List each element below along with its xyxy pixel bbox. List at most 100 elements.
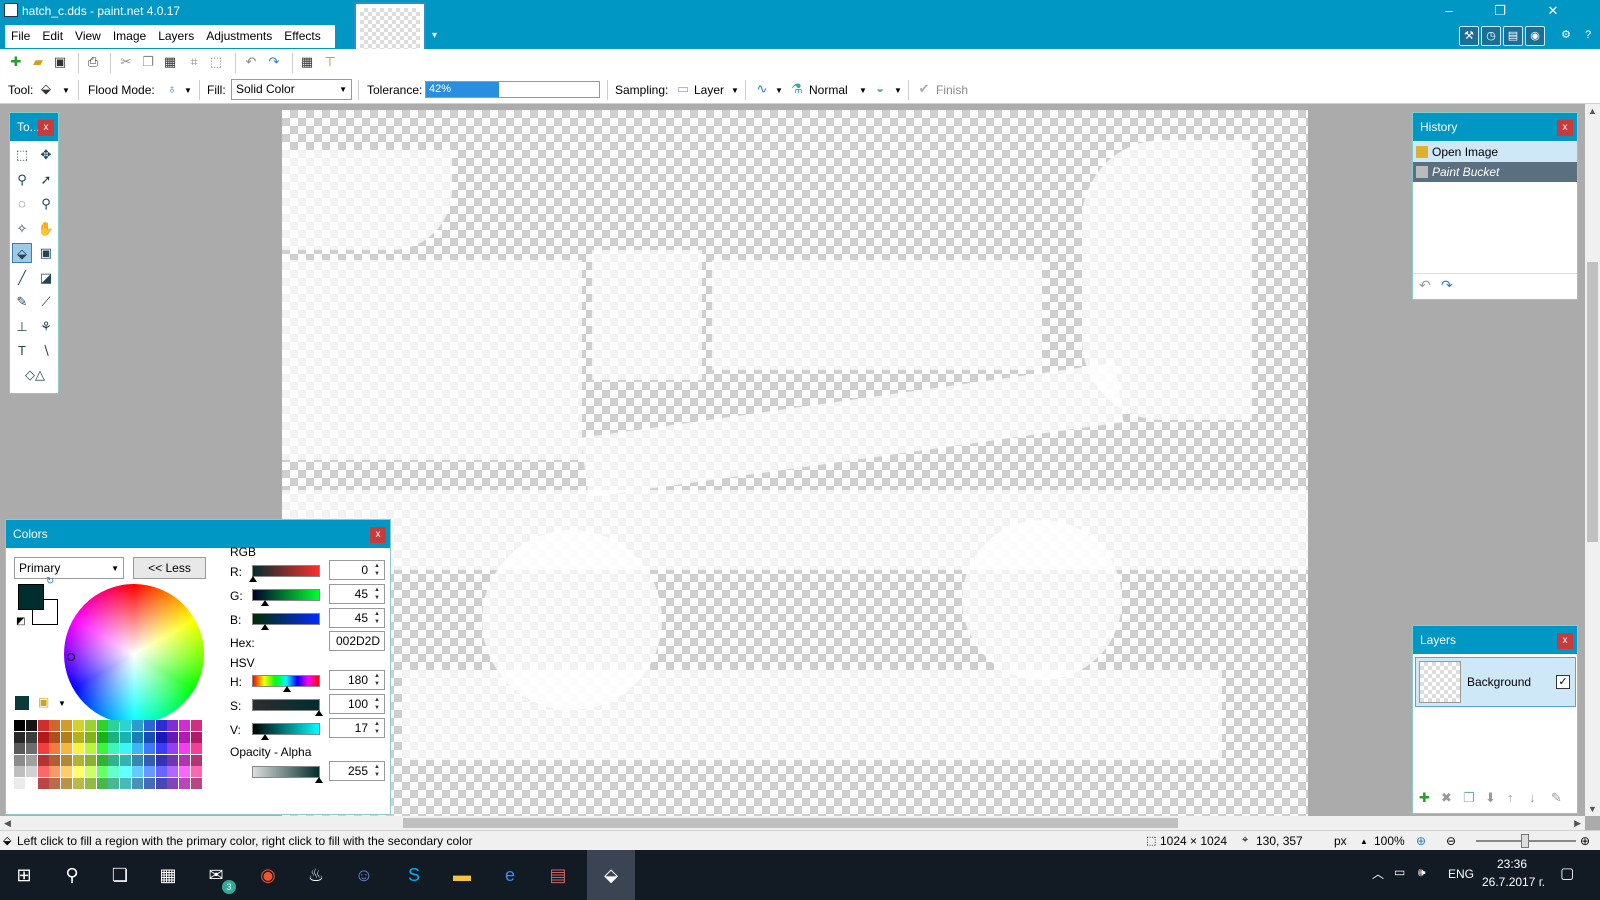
palette-swatch[interactable] — [143, 731, 155, 743]
history-item[interactable]: Open Image — [1413, 142, 1577, 162]
eraser-icon[interactable]: ◪ — [36, 268, 56, 288]
b-spinner-icon[interactable]: ▲ ▼ — [371, 610, 383, 626]
flood-mode-icon[interactable]: ♁ — [164, 81, 180, 97]
add-layer-icon[interactable]: ✚ — [1419, 790, 1430, 806]
palette-swatch[interactable] — [120, 731, 132, 743]
palette-swatch[interactable] — [61, 778, 73, 789]
palette-swatch[interactable] — [167, 778, 179, 789]
zoom-value[interactable]: 100% — [1374, 834, 1405, 848]
scroll-up-icon[interactable]: ▲ — [1588, 106, 1597, 116]
color-palette[interactable] — [14, 720, 204, 790]
palette-swatch[interactable] — [167, 731, 179, 743]
palette-swatch[interactable] — [179, 720, 191, 731]
blend-chevron-down-icon[interactable]: ▼ — [859, 86, 867, 95]
tray-chevron-up-icon[interactable]: ︿ — [1372, 865, 1384, 882]
move-selected-icon[interactable]: ✥ — [36, 145, 56, 165]
horizontal-scrollbar[interactable]: ◀ ▶ — [0, 816, 1585, 830]
r-input[interactable]: 0 ▲ ▼ — [329, 560, 385, 580]
palette-swatch[interactable] — [191, 766, 202, 778]
selection-mode-icon[interactable]: ◒ — [872, 81, 888, 97]
add-to-palette-icon[interactable] — [15, 696, 29, 710]
menu-layers[interactable]: Layers — [152, 25, 200, 48]
swap-colors-icon[interactable]: ↻ — [46, 576, 54, 587]
paint-bucket-icon[interactable]: ⬙ — [38, 81, 54, 97]
move-selection-icon[interactable]: ➚ — [36, 170, 56, 190]
clone-stamp-icon[interactable]: ⊥ — [12, 317, 32, 337]
units-selector[interactable]: px — [1334, 834, 1347, 848]
scroll-left-icon[interactable]: ◀ — [4, 818, 11, 829]
g-input[interactable]: 45 ▲ ▼ — [329, 584, 385, 604]
palette-swatch[interactable] — [167, 766, 179, 778]
palette-swatch[interactable] — [167, 720, 179, 731]
sampling-layer-icon[interactable]: ▭ — [675, 81, 691, 97]
colors-window-icon[interactable]: ◉ — [1525, 26, 1545, 46]
network-icon[interactable]: ▭ — [1394, 865, 1405, 879]
windows-start-icon[interactable]: ⊞ — [8, 859, 40, 891]
g-spinner-icon[interactable]: ▲ ▼ — [371, 586, 383, 602]
gradient-icon[interactable]: ▣ — [36, 243, 56, 263]
color-wheel-marker[interactable] — [67, 653, 75, 661]
vertical-scrollbar[interactable]: ▲ ▼ — [1585, 104, 1600, 816]
palette-swatch[interactable] — [108, 778, 120, 789]
g-slider[interactable] — [252, 589, 320, 606]
recolor-icon[interactable]: ⚘ — [36, 317, 56, 337]
palette-swatch[interactable] — [96, 731, 108, 743]
palette-swatch[interactable] — [49, 731, 61, 743]
duplicate-layer-icon[interactable]: ❐ — [1463, 790, 1475, 806]
palette-swatch[interactable] — [84, 731, 96, 743]
alpha-slider[interactable] — [252, 766, 323, 783]
selection-chevron-down-icon[interactable]: ▼ — [894, 86, 902, 95]
open-folder-icon[interactable]: ▰ — [30, 54, 46, 70]
history-undo-icon[interactable]: ↶ — [1419, 277, 1431, 294]
merge-down-icon[interactable]: ⬇ — [1485, 790, 1496, 806]
palette-swatch[interactable] — [61, 766, 73, 778]
tools-window-icon[interactable]: ⚒ — [1459, 26, 1479, 46]
palette-swatch[interactable] — [14, 743, 25, 755]
palette-swatch[interactable] — [120, 754, 132, 766]
crop-icon[interactable]: ⌗ — [186, 54, 202, 70]
palette-swatch[interactable] — [120, 720, 132, 731]
maximize-button[interactable]: ❐ — [1477, 0, 1523, 22]
alpha-input[interactable]: 255 ▲ ▼ — [329, 761, 385, 781]
palette-swatch[interactable] — [96, 766, 108, 778]
settings-gear-icon[interactable]: ⚙ — [1556, 26, 1576, 46]
search-icon[interactable]: ⚲ — [56, 859, 88, 891]
palette-swatch[interactable] — [49, 766, 61, 778]
palette-swatch[interactable] — [96, 778, 108, 789]
palette-swatch[interactable] — [143, 754, 155, 766]
horizontal-scroll-thumb[interactable] — [403, 818, 1178, 828]
palette-swatch[interactable] — [155, 766, 167, 778]
history-close-icon[interactable]: x — [1557, 120, 1573, 136]
blend-mode-value[interactable]: Normal — [809, 83, 848, 97]
palette-swatch[interactable] — [61, 743, 73, 755]
palette-swatch[interactable] — [73, 731, 84, 743]
zoom-slider-knob[interactable] — [1521, 834, 1529, 848]
v-input[interactable]: 17 ▲ ▼ — [329, 718, 385, 738]
palette-swatch[interactable] — [132, 778, 143, 789]
palette-swatch[interactable] — [132, 720, 143, 731]
shapes-icon[interactable]: ◇△ — [18, 365, 52, 385]
tab-list-chevron-icon[interactable]: ▾ — [432, 30, 437, 41]
palette-swatch[interactable] — [73, 720, 84, 731]
palette-swatch[interactable] — [155, 731, 167, 743]
sampling-chevron-down-icon[interactable]: ▼ — [731, 86, 739, 95]
task-view-icon[interactable]: ❏ — [104, 859, 136, 891]
store-icon[interactable]: ▦ — [152, 859, 184, 891]
zoom-slider[interactable] — [1476, 834, 1576, 848]
chrome-icon[interactable]: ◉ — [252, 859, 284, 891]
menu-view[interactable]: View — [69, 25, 107, 48]
palette-swatch[interactable] — [14, 778, 25, 789]
print-icon[interactable]: ⎙ — [85, 54, 101, 70]
sampling-value[interactable]: Layer — [694, 83, 724, 97]
zoom-in-icon[interactable]: ⊕ — [1580, 834, 1590, 848]
palette-swatch[interactable] — [25, 778, 37, 789]
palette-swatch[interactable] — [191, 731, 202, 743]
deselect-icon[interactable]: ⬚ — [208, 54, 224, 70]
s-spinner-icon[interactable]: ▲ ▼ — [371, 696, 383, 712]
palette-swatch[interactable] — [14, 766, 25, 778]
palette-swatch[interactable] — [179, 754, 191, 766]
history-window-icon[interactable]: ◷ — [1481, 26, 1501, 46]
palette-swatch[interactable] — [96, 743, 108, 755]
palette-swatch[interactable] — [37, 720, 49, 731]
palette-swatch[interactable] — [167, 754, 179, 766]
